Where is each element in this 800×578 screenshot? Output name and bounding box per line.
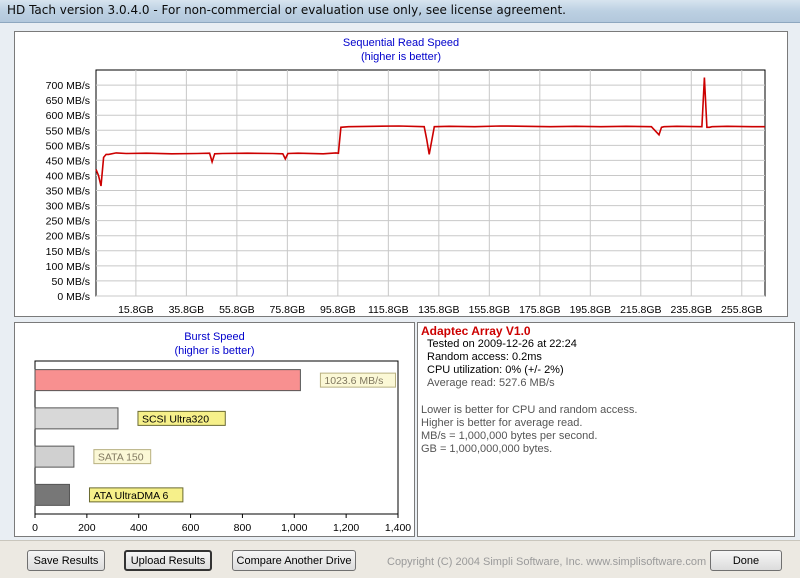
window-title: HD Tach version 3.0.4.0 - For non-commer… xyxy=(7,3,566,17)
burst-bar-label: SCSI Ultra320 xyxy=(142,413,209,425)
x-tick-label: 35.8GB xyxy=(169,304,205,316)
x-tick-label: 115.8GB xyxy=(368,304,409,316)
y-tick-label: 100 MB/s xyxy=(46,261,90,273)
burst-bar-label: SATA 150 xyxy=(98,452,144,464)
y-tick-label: 600 MB/s xyxy=(46,110,90,122)
burst-x-tick-label: 600 xyxy=(182,522,200,534)
note-lower-better: Lower is better for CPU and random acces… xyxy=(421,404,638,416)
x-tick-label: 55.8GB xyxy=(219,304,255,316)
x-tick-label: 75.8GB xyxy=(270,304,306,316)
copyright-text: Copyright (C) 2004 Simpli Software, Inc.… xyxy=(387,556,707,568)
y-tick-label: 500 MB/s xyxy=(46,140,90,152)
done-button[interactable]: Done xyxy=(710,550,782,571)
x-tick-label: 95.8GB xyxy=(320,304,356,316)
average-read-value: Average read: 527.6 MB/s xyxy=(427,377,555,389)
burst-bar-label: ATA UltraDMA 6 xyxy=(93,490,168,502)
note-mbs-definition: MB/s = 1,000,000 bytes per second. xyxy=(421,430,598,442)
sequential-read-chart: 0 MB/s 50 MB/s 100 MB/s 150 MB/s 200 MB/s 250… xyxy=(46,69,766,316)
x-tick-label: 215.8GB xyxy=(620,304,661,316)
x-tick-label: 175.8GB xyxy=(519,304,560,316)
burst-speed-chart: 0 200 400 600 800 1,000 1,200 1,400 1023.6 MB/s S… xyxy=(32,360,411,534)
burst-bar-label: 1023.6 MB/s xyxy=(324,375,383,387)
y-tick-label: 0 MB/s xyxy=(57,291,90,303)
note-higher-better: Higher is better for average read. xyxy=(421,417,583,429)
burst-speed-panel: Burst Speed (higher is better) 0 200 400 60… xyxy=(14,322,415,537)
random-access-value: Random access: 0.2ms xyxy=(427,351,542,363)
sequential-read-panel: Sequential Read Speed (higher is better)… xyxy=(14,31,788,317)
note-gb-definition: GB = 1,000,000,000 bytes. xyxy=(421,443,553,455)
x-tick-label: 155.8GB xyxy=(469,304,510,316)
burst-x-tick-label: 400 xyxy=(130,522,148,534)
y-tick-label: 300 MB/s xyxy=(46,201,90,213)
y-tick-label: 50 MB/s xyxy=(51,276,90,288)
plot-area xyxy=(95,69,766,297)
y-tick-label: 200 MB/s xyxy=(46,231,90,243)
y-tick-label: 400 MB/s xyxy=(46,170,90,182)
burst-x-tick-label: 1,200 xyxy=(333,522,359,534)
y-tick-label: 150 MB/s xyxy=(46,246,90,258)
burst-x-tick-label: 0 xyxy=(32,522,38,534)
burst-x-tick-label: 200 xyxy=(78,522,96,534)
y-tick-label: 650 MB/s xyxy=(46,95,90,107)
title-bar[interactable]: HD Tach version 3.0.4.0 - For non-commer… xyxy=(0,0,800,23)
app-window: HD Tach version 3.0.4.0 - For non-commer… xyxy=(0,0,800,578)
burst-x-tick-label: 800 xyxy=(234,522,252,534)
burst-bar xyxy=(34,369,301,392)
drive-name: Adaptec Array V1.0 xyxy=(421,324,531,338)
x-tick-label: 255.8GB xyxy=(721,304,762,316)
y-tick-label: 550 MB/s xyxy=(46,125,90,137)
cpu-utilization-value: CPU utilization: 0% (+/- 2%) xyxy=(427,364,564,376)
y-tick-label: 250 MB/s xyxy=(46,216,90,228)
y-tick-label: 350 MB/s xyxy=(46,186,90,198)
save-results-button[interactable]: Save Results xyxy=(27,550,105,571)
x-tick-label: 15.8GB xyxy=(118,304,154,316)
burst-x-tick-label: 1,000 xyxy=(281,522,307,534)
footer-bar: Save Results Upload Results Compare Anot… xyxy=(0,540,800,578)
burst-x-tick-label: 1,400 xyxy=(385,522,411,534)
upload-results-button[interactable]: Upload Results xyxy=(124,550,212,571)
x-tick-label: 235.8GB xyxy=(671,304,712,316)
y-tick-label: 700 MB/s xyxy=(46,80,90,92)
burst-bar xyxy=(34,445,75,468)
x-tick-label: 135.8GB xyxy=(418,304,459,316)
tested-date: Tested on 2009-12-26 at 22:24 xyxy=(427,338,577,350)
y-tick-label: 450 MB/s xyxy=(46,155,90,167)
x-tick-label: 195.8GB xyxy=(570,304,611,316)
burst-bar xyxy=(34,407,119,430)
compare-drive-button[interactable]: Compare Another Drive xyxy=(232,550,356,571)
results-info-panel: Adaptec Array V1.0 Tested on 2009-12-26 … xyxy=(417,322,795,537)
burst-bar xyxy=(34,483,70,506)
